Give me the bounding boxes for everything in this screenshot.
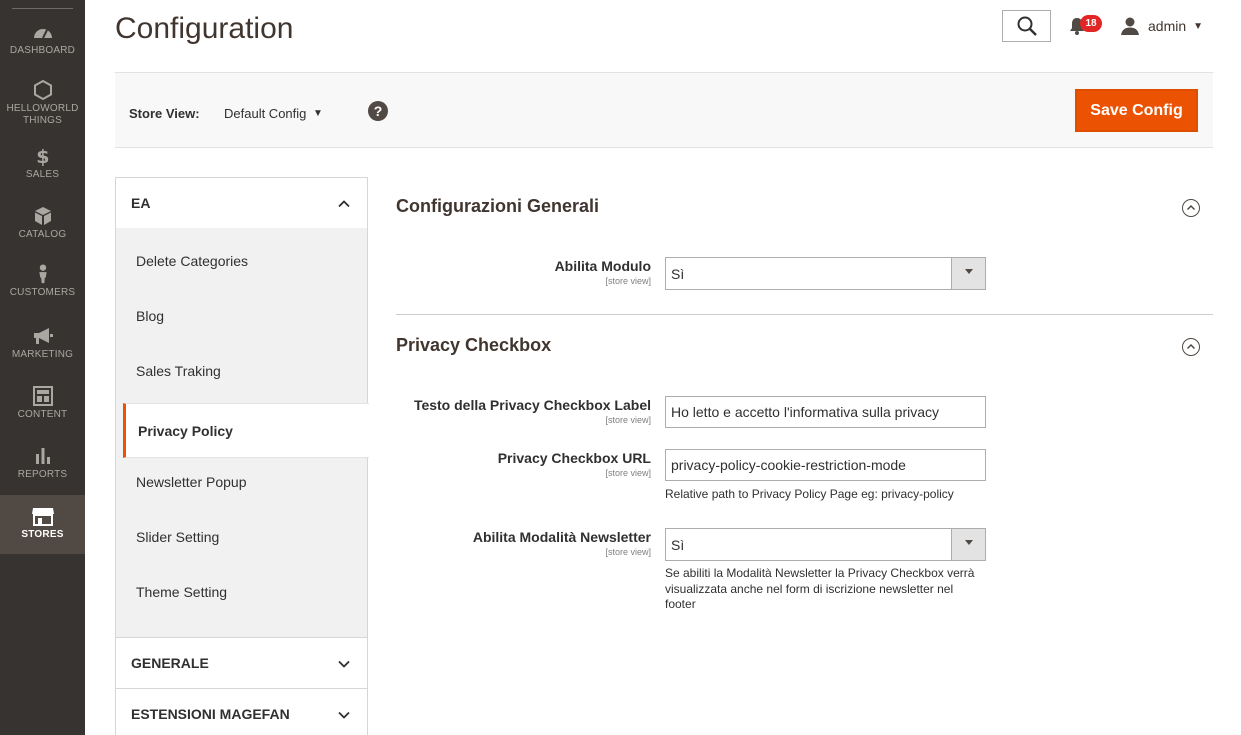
collapse-icon[interactable] [1182,199,1200,217]
search-button[interactable] [1002,10,1051,42]
person-icon [38,264,47,284]
chevron-down-icon [338,660,350,668]
tab-group-label: GENERALE [131,655,209,671]
hexagon-icon [33,80,52,100]
abilita-modulo-select[interactable]: Sì [665,257,986,290]
search-icon [1017,16,1037,36]
store-icon [31,508,54,526]
nav-item-content[interactable]: CONTENT [0,386,85,421]
field-scope: [store view] [605,276,651,286]
megaphone-icon [33,328,53,344]
nav-item-customers[interactable]: CUSTOMERS [0,264,85,299]
nav-item-dashboard[interactable]: DASHBOARD [0,22,85,57]
admin-sidebar: DASHBOARD HELLOWORLD THINGS $ SALES CATA… [0,0,85,735]
layout-icon [32,386,53,406]
nav-label: DASHBOARD [9,45,76,56]
box-icon [34,207,51,225]
tab-group-ea[interactable]: EA [115,177,368,229]
select-toggle[interactable] [951,258,985,289]
field-label-privacy-checkbox-url: Privacy Checkbox URL [497,450,651,466]
nav-item-helloworld-things[interactable]: HELLOWORLD THINGS [0,80,85,127]
chevron-down-icon: ▼ [1193,20,1204,32]
field-label-abilita-modulo: Abilita Modulo [554,258,651,274]
field-label-abilita-modalita-newsletter: Abilita Modalità Newsletter [472,529,651,545]
chevron-up-icon [1186,204,1196,211]
nav-label: MARKETING [11,349,74,360]
field-label-privacy-checkbox-text: Testo della Privacy Checkbox Label [413,397,651,413]
field-scope: [store view] [605,547,651,557]
bar-chart-icon [35,448,50,464]
tab-sales-traking[interactable]: Sales Traking [116,344,369,399]
dashboard-icon [33,29,52,39]
dollar-icon: $ [36,146,49,166]
tab-group-label: EA [131,195,151,211]
tab-theme-setting[interactable]: Theme Setting [116,565,369,620]
chevron-down-icon [965,540,973,545]
nav-item-stores[interactable]: STORES [0,495,85,554]
section-title-privacy-checkbox[interactable]: Privacy Checkbox [396,335,551,356]
nav-label: STORES [21,529,64,540]
nav-item-marketing[interactable]: MARKETING [0,326,85,361]
chevron-down-icon[interactable]: ▼ [313,108,323,119]
chevron-up-icon [338,200,350,208]
abilita-modalita-newsletter-select[interactable]: Sì [665,528,986,561]
store-view-switcher[interactable]: Default Config [224,106,306,121]
tab-group-generale[interactable]: GENERALE [115,637,368,689]
store-view-bar: Store View: Default Config ▼ ? Save Conf… [115,72,1213,148]
chevron-down-icon [965,269,973,274]
svg-text:$: $ [36,146,49,166]
field-note: Relative path to Privacy Policy Page eg:… [665,487,954,501]
user-icon [1121,17,1139,35]
nav-item-sales[interactable]: $ SALES [0,146,85,181]
help-icon[interactable]: ? [368,101,388,121]
user-name: admin [1148,18,1187,34]
store-view-label: Store View: [129,106,200,121]
nav-label: HELLOWORLD THINGS [6,103,79,126]
user-menu[interactable]: admin ▼ [1120,15,1203,37]
tab-list-ea: Delete Categories Blog Sales Traking Pri… [115,228,369,638]
select-toggle[interactable] [951,529,985,560]
nav-item-catalog[interactable]: CATALOG [0,206,85,241]
privacy-checkbox-url-input[interactable] [665,449,986,481]
nav-label: CUSTOMERS [9,287,76,298]
nav-label: SALES [25,169,60,180]
nav-label: REPORTS [17,469,68,480]
nav-divider [12,8,73,9]
field-scope: [store view] [605,468,651,478]
privacy-checkbox-label-input[interactable] [665,396,986,428]
tab-group-label: ESTENSIONI MAGEFAN [131,706,290,722]
field-scope: [store view] [605,415,651,425]
field-note: Se abiliti la Modalità Newsletter la Pri… [665,566,975,611]
page-title: Configuration [115,12,294,45]
save-config-button[interactable]: Save Config [1075,89,1198,132]
section-divider [396,314,1213,315]
collapse-icon[interactable] [1182,338,1200,356]
chevron-up-icon [1186,343,1196,350]
tab-blog[interactable]: Blog [116,289,369,344]
section-title-configurazioni-generali[interactable]: Configurazioni Generali [396,196,599,217]
chevron-down-icon [338,711,350,719]
nav-label: CATALOG [18,229,67,240]
notifications-count-badge: 18 [1080,15,1102,32]
nav-label: CONTENT [17,409,68,420]
tab-group-estensioni-magefan[interactable]: ESTENSIONI MAGEFAN [115,688,368,735]
select-value: Sì [671,537,685,553]
select-value: Sì [671,266,685,282]
nav-item-reports[interactable]: REPORTS [0,446,85,481]
